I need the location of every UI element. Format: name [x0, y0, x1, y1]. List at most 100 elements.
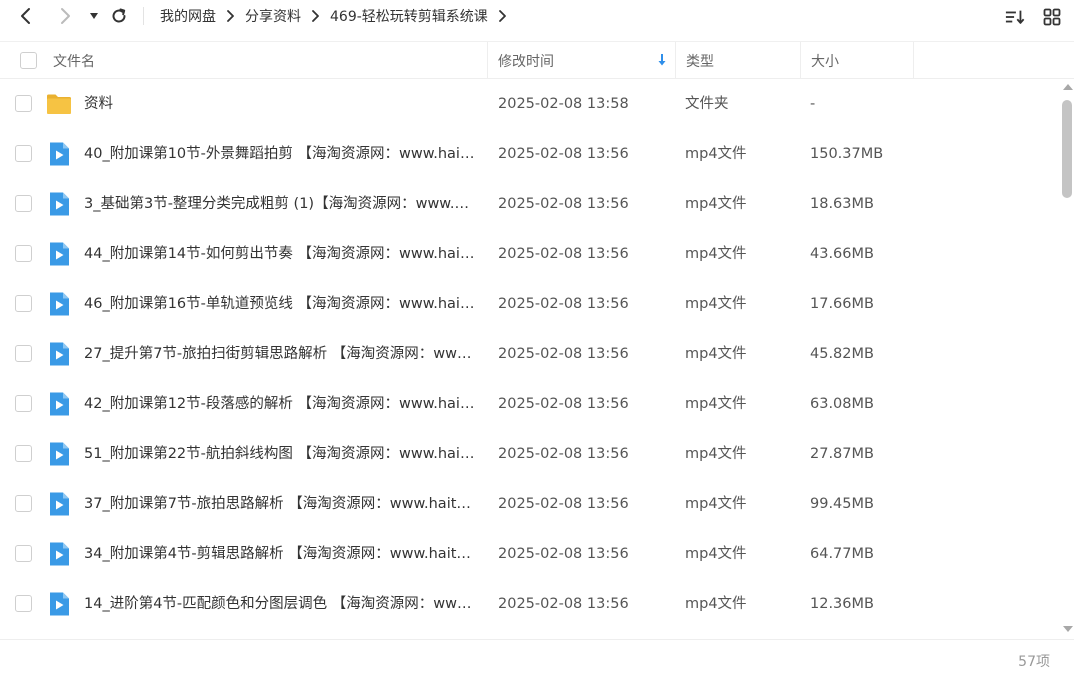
file-name: 14_进阶第4节-匹配颜色和分图层调色 【海淘资源网：www.haitaozy.… — [84, 596, 476, 612]
row-checkbox[interactable] — [15, 95, 32, 112]
file-row[interactable]: 37_附加课第7节-旅拍思路解析 【海淘资源网：www.haitaozy.com… — [0, 479, 1060, 529]
file-row[interactable]: 资料 2025-02-08 13:58 文件夹 - — [0, 79, 1060, 129]
row-checkbox[interactable] — [15, 295, 32, 312]
history-dropdown-button[interactable] — [83, 5, 105, 27]
row-checkbox[interactable] — [15, 445, 32, 462]
toolbar-divider — [143, 7, 144, 25]
chevron-right-icon — [226, 10, 235, 22]
refresh-button[interactable] — [108, 5, 130, 27]
breadcrumb-item[interactable]: 分享资料 — [245, 6, 301, 26]
row-checkbox[interactable] — [15, 145, 32, 162]
video-file-icon — [46, 541, 72, 567]
file-type: mp4文件 — [685, 146, 747, 162]
file-size: 99.45MB — [810, 496, 874, 512]
row-checkbox[interactable] — [15, 195, 32, 212]
file-row[interactable]: 34_附加课第4节-剪辑思路解析 【海淘资源网：www.haitaozy.com… — [0, 529, 1060, 579]
toolbar: 我的网盘 分享资料 469-轻松玩转剪辑系统课 — [0, 0, 1074, 34]
column-label-size: 大小 — [811, 53, 839, 70]
file-row[interactable]: 3_基础第3节-整理分类完成粗剪 (1)【海淘资源网：www.haitaozy.… — [0, 179, 1060, 229]
file-size: 27.87MB — [810, 446, 874, 462]
video-file-icon — [46, 141, 72, 167]
breadcrumb: 我的网盘 分享资料 469-轻松玩转剪辑系统课 — [160, 0, 517, 32]
file-type: mp4文件 — [685, 446, 747, 462]
file-modified: 2025-02-08 13:56 — [498, 446, 629, 462]
scroll-up-arrow[interactable] — [1063, 84, 1073, 90]
file-size: 63.08MB — [810, 396, 874, 412]
file-row[interactable]: 46_附加课第16节-单轨道预览线 【海淘资源网：www.haitaozy.co… — [0, 279, 1060, 329]
file-type: mp4文件 — [685, 346, 747, 362]
file-size: 12.36MB — [810, 596, 874, 612]
column-label-type: 类型 — [686, 53, 714, 70]
refresh-icon — [112, 8, 126, 23]
forward-button[interactable] — [54, 5, 76, 27]
file-modified: 2025-02-08 13:56 — [498, 546, 629, 562]
chevron-right-icon — [311, 10, 320, 22]
grid-icon — [1043, 8, 1061, 26]
video-file-icon — [46, 491, 72, 517]
file-row[interactable]: 14_进阶第4节-匹配颜色和分图层调色 【海淘资源网：www.haitaozy.… — [0, 579, 1060, 629]
file-size: 17.66MB — [810, 296, 874, 312]
file-type: mp4文件 — [685, 396, 747, 412]
video-file-icon — [46, 291, 72, 317]
file-row[interactable]: 40_附加课第10节-外景舞蹈拍剪 【海淘资源网：www.haitaozy.co… — [0, 129, 1060, 179]
file-name: 34_附加课第4节-剪辑思路解析 【海淘资源网：www.haitaozy.com… — [84, 546, 476, 562]
breadcrumb-item-current[interactable]: 469-轻松玩转剪辑系统课 — [330, 6, 488, 26]
file-modified: 2025-02-08 13:56 — [498, 296, 629, 312]
file-type: mp4文件 — [685, 496, 747, 512]
file-row[interactable]: 42_附加课第12节-段落感的解析 【海淘资源网：www.haitaozy.co… — [0, 379, 1060, 429]
file-size: - — [810, 96, 816, 112]
select-all-checkbox[interactable] — [20, 52, 37, 69]
file-type: mp4文件 — [685, 196, 747, 212]
back-button[interactable] — [15, 5, 37, 27]
sort-descending-icon — [658, 54, 666, 66]
file-row[interactable]: 51_附加课第22节-航拍斜线构图 【海淘资源网：www.haitaozy.co… — [0, 429, 1060, 479]
scroll-down-arrow[interactable] — [1063, 626, 1073, 632]
file-modified: 2025-02-08 13:56 — [498, 246, 629, 262]
file-name: 资料 — [84, 96, 113, 112]
row-checkbox[interactable] — [15, 545, 32, 562]
file-type: mp4文件 — [685, 546, 747, 562]
file-list: 资料 2025-02-08 13:58 文件夹 - 40_附加课第10节-外景舞蹈拍剪 … — [0, 79, 1060, 635]
video-file-icon — [46, 241, 72, 267]
video-file-icon — [46, 441, 72, 467]
row-checkbox[interactable] — [15, 395, 32, 412]
row-checkbox[interactable] — [15, 495, 32, 512]
sort-button[interactable] — [1005, 7, 1025, 27]
chevron-left-icon — [21, 8, 30, 24]
file-modified: 2025-02-08 13:58 — [498, 96, 629, 112]
file-name: 3_基础第3节-整理分类完成粗剪 (1)【海淘资源网：www.haitaozy.… — [84, 196, 476, 212]
file-modified: 2025-02-08 13:56 — [498, 146, 629, 162]
column-header-modified[interactable]: 修改时间 — [488, 42, 676, 79]
scrollbar-track[interactable] — [1062, 100, 1072, 616]
grid-view-button[interactable] — [1042, 7, 1062, 27]
file-type: mp4文件 — [685, 296, 747, 312]
file-name: 51_附加课第22节-航拍斜线构图 【海淘资源网：www.haitaozy.co… — [84, 446, 476, 462]
file-size: 45.82MB — [810, 346, 874, 362]
chevron-right-icon — [61, 8, 70, 24]
item-count: 57项 — [1018, 654, 1050, 670]
video-file-icon — [46, 191, 72, 217]
vertical-scrollbar[interactable] — [1060, 82, 1074, 634]
file-name: 40_附加课第10节-外景舞蹈拍剪 【海淘资源网：www.haitaozy.co… — [84, 146, 476, 162]
file-modified: 2025-02-08 13:56 — [498, 496, 629, 512]
chevron-right-icon[interactable] — [498, 10, 507, 22]
video-file-icon — [46, 591, 72, 617]
column-header-size[interactable]: 大小 — [801, 42, 914, 79]
row-checkbox[interactable] — [15, 345, 32, 362]
scrollbar-thumb[interactable] — [1062, 100, 1072, 198]
file-type: 文件夹 — [685, 96, 729, 112]
caret-down-icon — [90, 13, 98, 19]
file-row[interactable]: 44_附加课第14节-如何剪出节奏 【海淘资源网：www.haitaozy.co… — [0, 229, 1060, 279]
file-name: 42_附加课第12节-段落感的解析 【海淘资源网：www.haitaozy.co… — [84, 396, 476, 412]
row-checkbox[interactable] — [15, 245, 32, 262]
row-checkbox[interactable] — [15, 595, 32, 612]
file-modified: 2025-02-08 13:56 — [498, 346, 629, 362]
file-row[interactable]: 27_提升第7节-旅拍扫街剪辑思路解析 【海淘资源网：www.haitaozy.… — [0, 329, 1060, 379]
file-name: 46_附加课第16节-单轨道预览线 【海淘资源网：www.haitaozy.co… — [84, 296, 476, 312]
column-header-type[interactable]: 类型 — [676, 42, 801, 79]
video-file-icon — [46, 341, 72, 367]
file-modified: 2025-02-08 13:56 — [498, 596, 629, 612]
sort-list-icon — [1005, 10, 1025, 24]
breadcrumb-item[interactable]: 我的网盘 — [160, 6, 216, 26]
column-header-name[interactable]: 文件名 — [0, 42, 488, 79]
